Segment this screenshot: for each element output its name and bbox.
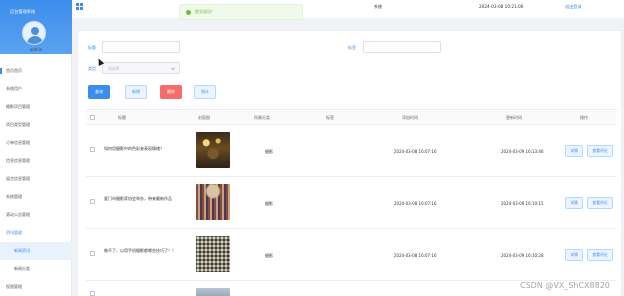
stat-button[interactable]: 统计 <box>194 85 216 99</box>
sidebar: 后台管理系统 admin 首页首页 系统用户 摄影项目管理 项目类型管理 订单信… <box>0 0 72 296</box>
row-checkbox[interactable] <box>90 251 95 256</box>
tag-label: 标签 <box>348 45 356 50</box>
row-category: 摄影 <box>265 149 273 154</box>
detail-button[interactable]: 详情 <box>565 249 583 261</box>
row-checkbox[interactable] <box>90 291 95 296</box>
sidebar-item-users[interactable]: 系统用户 <box>0 80 72 98</box>
row-added-time: 2024-03-08 16:07:16 <box>394 253 437 258</box>
view-comments-button[interactable]: 查看评论 <box>587 249 613 261</box>
chevron-down-icon <box>171 66 175 70</box>
main-content: 标题 标签 类型 请选择 查询 新增 删除 统计 标题 封面图 所属分类 标签 … <box>72 18 624 296</box>
col-cover: 封面图 <box>198 115 210 120</box>
row-category: 摄影 <box>265 201 273 206</box>
col-title: 标题 <box>118 115 126 120</box>
row-title: 夏门市摄影家协会举办，带来最新作品 <box>104 196 172 201</box>
search-button[interactable]: 查询 <box>88 85 110 99</box>
title-input[interactable] <box>102 41 180 53</box>
menu-grid-icon[interactable] <box>76 3 83 10</box>
tag-input[interactable] <box>363 41 441 53</box>
cover-image <box>196 184 230 220</box>
sidebar-item-orders[interactable]: 订单信息管理 <box>0 134 72 152</box>
row-checkbox[interactable] <box>90 147 95 152</box>
view-comments-button[interactable]: 查看评论 <box>587 145 613 157</box>
sidebar-item-projects[interactable]: 摄影项目管理 <box>0 98 72 116</box>
category-placeholder: 请选择 <box>108 66 120 71</box>
table-row: 夏门市摄影家协会举办，带来最新作品 摄影 2024-03-08 16:07:16… <box>86 177 617 229</box>
sidebar-item-news-category[interactable]: 新闻分类 <box>0 260 72 278</box>
table-row: 做不了，以用手机摄影都哪些技巧了！！ 摄影 2024-03-08 16:07:1… <box>86 229 617 281</box>
add-button[interactable]: 新增 <box>125 85 147 99</box>
row-title: 如何用摄影中的色彩来表现情绪？ <box>104 146 164 151</box>
watermark: CSDN @VX_ShCX8820 <box>520 281 610 290</box>
row-updated-time: 2024-03-09 16:10:15 <box>501 201 544 206</box>
category-select[interactable]: 请选择 <box>102 62 180 74</box>
sidebar-item-notices[interactable]: 滚动公告管理 <box>0 206 72 224</box>
detail-button[interactable]: 详情 <box>565 145 583 157</box>
avatar-body-icon <box>27 36 43 44</box>
col-actions: 操作 <box>580 115 588 120</box>
category-label: 类型 <box>88 66 96 71</box>
sidebar-item-news[interactable]: 新闻资讯 <box>0 242 72 260</box>
datetime: 2024-03-08 10:21:00 <box>479 4 524 9</box>
row-title: 做不了，以用手机摄影都哪些技巧了！！ <box>104 248 176 253</box>
table-row: 如何用摄影中的色彩来表现情绪？ 摄影 2024-03-08 16:07:16 2… <box>86 125 617 177</box>
sidebar-item-permissions[interactable]: 权限管理 <box>0 278 72 296</box>
sidebar-item-info[interactable]: 信息信息管理 <box>0 152 72 170</box>
table-header: 标题 封面图 所属分类 标签 添加时间 更新时间 操作 <box>86 109 617 125</box>
logout-link[interactable]: 退出登录 <box>565 4 582 10</box>
active-edge-marker <box>0 68 2 74</box>
sidebar-item-messages[interactable]: 留言信息管理 <box>0 170 72 188</box>
row-added-time: 2024-03-08 16:07:16 <box>394 201 437 206</box>
cover-image <box>196 132 230 168</box>
col-updated: 更新时间 <box>506 115 522 120</box>
cover-image <box>196 236 230 272</box>
col-category: 所属分类 <box>254 115 270 120</box>
sidebar-item-news-group[interactable]: 资讯管理 <box>0 224 72 242</box>
row-updated-time: 2024-03-09 16:10:28 <box>501 253 544 258</box>
sidebar-item-project-types[interactable]: 项目类型管理 <box>0 116 72 134</box>
detail-button[interactable]: 详情 <box>565 197 583 209</box>
row-added-time: 2024-03-08 16:07:16 <box>394 149 437 154</box>
delete-button[interactable]: 删除 <box>160 85 182 99</box>
title-label: 标题 <box>88 45 96 50</box>
col-added: 添加时间 <box>402 115 418 120</box>
cover-image <box>196 288 230 296</box>
admin-name: admin <box>29 47 43 52</box>
row-checkbox[interactable] <box>90 199 95 204</box>
top-bar: 系统 2024-03-08 10:21:00 退出登录 <box>72 0 624 18</box>
sidebar-header: 后台管理系统 <box>0 0 72 54</box>
row-category: 摄影 <box>265 253 273 258</box>
header-title: 系统 <box>374 4 382 9</box>
success-toast: 提交成功！ <box>179 4 303 20</box>
select-all-checkbox[interactable] <box>90 115 95 120</box>
col-tag: 标签 <box>326 115 334 120</box>
app-title: 后台管理系统 <box>10 9 36 14</box>
sidebar-item-home[interactable]: 首页首页 <box>0 62 72 80</box>
view-comments-button[interactable]: 查看评论 <box>587 197 613 209</box>
success-icon <box>186 10 191 15</box>
avatar[interactable] <box>22 21 46 45</box>
list-card: 标题 标签 类型 请选择 查询 新增 删除 统计 标题 封面图 所属分类 标签 … <box>77 30 622 296</box>
avatar-head-icon <box>31 27 39 35</box>
sidebar-item-system[interactable]: 系统管理 <box>0 188 72 206</box>
toast-message: 提交成功！ <box>195 9 215 14</box>
row-updated-time: 2024-03-09 16:13:46 <box>501 149 544 154</box>
